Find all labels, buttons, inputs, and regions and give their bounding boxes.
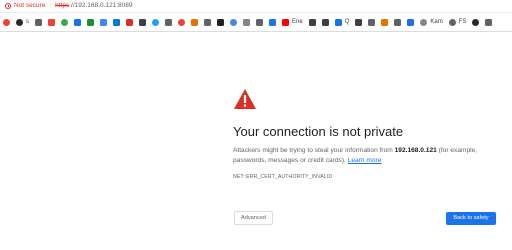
bookmark-label: s	[26, 19, 29, 25]
bookmark-icon	[269, 18, 276, 26]
bookmark-item[interactable]: Q	[332, 13, 353, 31]
github-icon	[16, 18, 23, 26]
url-host[interactable]: ://192.168.0.121:8089	[69, 0, 132, 12]
bookmarks-bar: s Ene Q Kam FS	[0, 13, 512, 32]
url-scheme[interactable]: https	[55, 0, 69, 12]
bookmark-icon	[165, 18, 172, 26]
bookmark-icon	[381, 18, 389, 26]
bookmark-item[interactable]: s	[13, 13, 32, 31]
bookmark-icon	[87, 18, 94, 26]
bookmark-icon	[308, 18, 316, 26]
bookmark-item[interactable]	[319, 13, 332, 31]
bookmark-icon	[355, 18, 363, 26]
warning-icon	[234, 89, 256, 109]
bookmark-label: Q	[344, 19, 350, 25]
chat-icon	[448, 18, 456, 26]
bookmark-icon	[126, 18, 133, 26]
bookmark-item[interactable]	[378, 13, 391, 31]
bookmark-item[interactable]	[240, 13, 253, 31]
bookmark-label: Ene	[292, 19, 303, 25]
bookmark-item[interactable]	[84, 13, 97, 31]
bookmark-icon	[35, 18, 42, 26]
bookmark-icon	[485, 18, 493, 26]
bookmark-icon	[368, 18, 376, 26]
bookmark-icon	[321, 18, 329, 26]
bookmark-icon	[74, 18, 81, 26]
bookmark-icon	[204, 18, 211, 26]
bookmark-item[interactable]	[162, 13, 175, 31]
bookmark-item[interactable]	[45, 13, 58, 31]
message-prefix: Attackers might be trying to steal your …	[233, 147, 395, 154]
bookmark-item[interactable]	[253, 13, 266, 31]
interstitial-content: Your connection is not private Attackers…	[233, 88, 498, 180]
not-secure-icon[interactable]	[5, 3, 11, 9]
bookmark-icon	[139, 18, 146, 26]
bookmark-icon	[61, 18, 68, 26]
bookmark-item[interactable]	[123, 13, 136, 31]
message-host: 192.168.0.121	[394, 147, 437, 154]
bookmark-item[interactable]	[175, 13, 188, 31]
bookmark-item[interactable]	[110, 13, 123, 31]
bookmark-icon	[191, 18, 198, 26]
bookmark-icon	[334, 18, 342, 26]
twitter-icon	[152, 18, 159, 26]
bookmark-icon	[217, 18, 224, 26]
bookmark-item[interactable]	[71, 13, 84, 31]
page-title: Your connection is not private	[233, 124, 404, 139]
bookmark-label: FS	[458, 19, 467, 25]
bookmark-item[interactable]	[58, 13, 71, 31]
bookmark-item[interactable]	[97, 13, 110, 31]
bookmark-item[interactable]	[201, 13, 214, 31]
warning-message: Attackers might be trying to steal your …	[233, 146, 498, 166]
bookmark-item[interactable]: Ene	[279, 13, 306, 31]
bookmark-item[interactable]	[404, 13, 417, 31]
chrome-icon	[3, 18, 10, 26]
bookmark-item[interactable]: Kam	[417, 13, 445, 31]
youtube-icon	[282, 18, 289, 26]
bookmark-item[interactable]	[149, 13, 162, 31]
advanced-button[interactable]: Advanced	[234, 211, 273, 225]
bookmark-item[interactable]	[32, 13, 45, 31]
address-separator: |	[49, 2, 52, 9]
bookmark-icon	[243, 18, 250, 26]
bookmark-icon	[407, 18, 415, 26]
bookmark-label: Kam	[430, 19, 443, 25]
bookmark-icon	[230, 18, 237, 26]
bookmark-item[interactable]	[136, 13, 149, 31]
bookmark-icon	[113, 18, 120, 26]
bookmark-item[interactable]: FS	[446, 13, 470, 31]
bookmark-item[interactable]	[0, 13, 13, 31]
bookmark-item[interactable]	[227, 13, 240, 31]
bookmark-item[interactable]	[482, 13, 495, 31]
bookmark-icon	[100, 18, 107, 26]
bookmark-icon	[178, 18, 185, 26]
error-code: NET::ERR_CERT_AUTHORITY_INVALID	[233, 174, 333, 180]
learn-more-link[interactable]: Learn more	[348, 157, 382, 164]
github-icon	[472, 18, 480, 26]
bookmark-item[interactable]	[391, 13, 404, 31]
security-status-label[interactable]: Not secure	[14, 0, 45, 12]
bookmark-icon	[420, 18, 428, 26]
bookmark-item[interactable]	[352, 13, 365, 31]
bookmark-item[interactable]	[469, 13, 482, 31]
bookmark-item[interactable]	[266, 13, 279, 31]
bookmark-icon	[48, 18, 55, 26]
bookmark-item[interactable]	[188, 13, 201, 31]
bookmark-icon	[394, 18, 402, 26]
bookmark-item[interactable]	[306, 13, 319, 31]
address-bar[interactable]: Not secure | https ://192.168.0.121:8089	[0, 0, 512, 13]
bookmark-item[interactable]	[365, 13, 378, 31]
bookmark-icon	[256, 18, 263, 26]
back-to-safety-button[interactable]: Back to safety	[446, 212, 496, 225]
bookmark-item[interactable]	[214, 13, 227, 31]
